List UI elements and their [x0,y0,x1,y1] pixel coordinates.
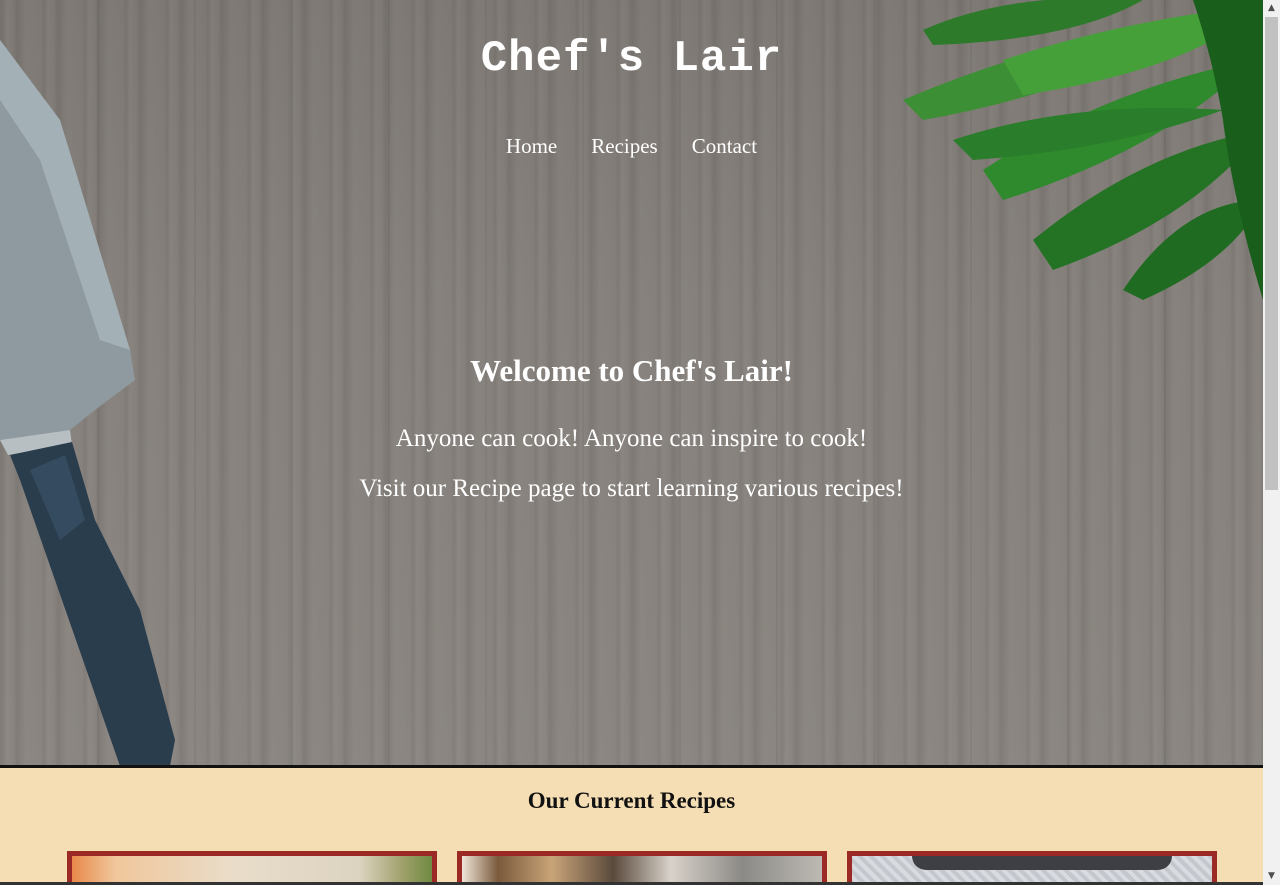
nav-contact[interactable]: Contact [692,134,757,159]
recipe-image-1 [72,856,432,885]
recipe-card-1[interactable] [67,851,437,885]
pan-shape [912,856,1172,870]
nav-home[interactable]: Home [506,134,557,159]
site-title: Chef's Lair [480,34,783,84]
tagline-1: Anyone can cook! Anyone can inspire to c… [395,425,868,452]
scroll-thumb[interactable] [1265,17,1278,490]
scroll-down-icon[interactable]: ▼ [1263,868,1280,885]
scroll-up-icon[interactable]: ▲ [1263,0,1280,17]
section-divider [0,765,1263,768]
nav-recipes[interactable]: Recipes [591,134,657,159]
main-nav: Home Recipes Contact [0,134,1263,159]
vertical-scrollbar[interactable]: ▲ ▼ [1263,0,1280,885]
recipe-image-2 [462,856,822,885]
recipes-heading: Our Current Recipes [527,788,736,813]
tagline-2: Visit our Recipe page to start learning … [359,475,904,502]
recipe-card-2[interactable] [457,851,827,885]
hero-section: Chef's Lair Home Recipes Contact Welcome… [0,0,1263,766]
welcome-heading: Welcome to Chef's Lair! [470,353,793,388]
recipe-card-3[interactable] [847,851,1217,885]
